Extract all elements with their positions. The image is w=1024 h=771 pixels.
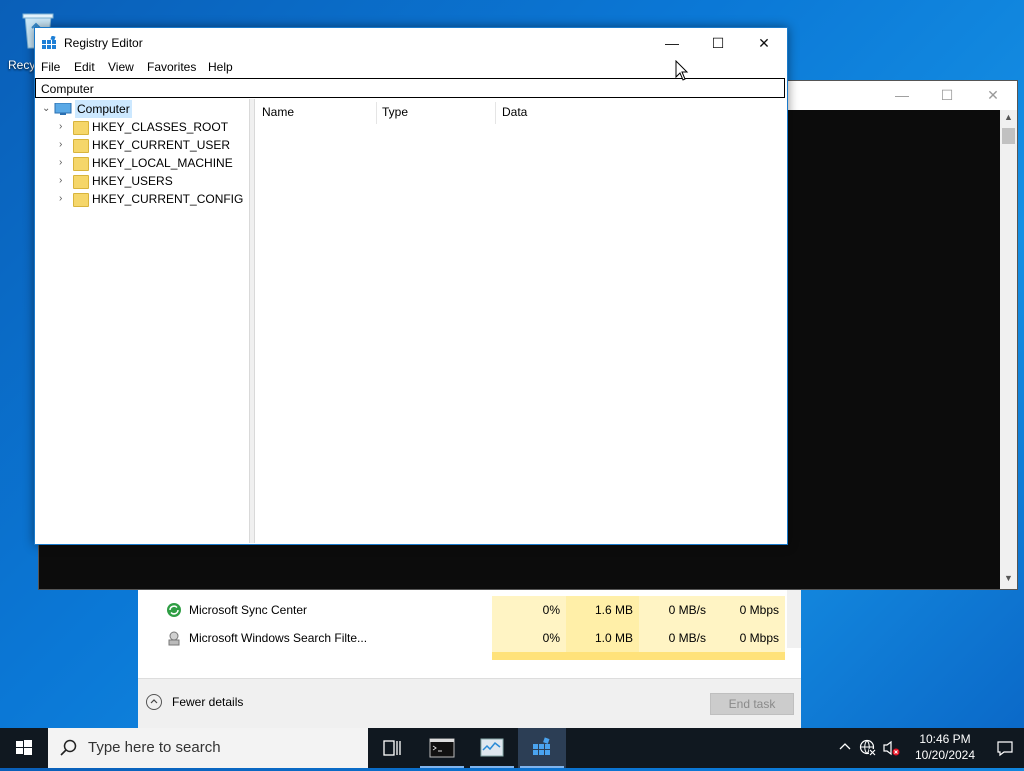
network-globe-icon[interactable] xyxy=(859,739,877,757)
clock-time[interactable]: 10:46 PM xyxy=(908,732,982,746)
process-row[interactable]: Microsoft Windows Search Filte... 0% 1.0… xyxy=(138,624,801,652)
start-button[interactable] xyxy=(0,728,48,768)
taskbar-task-manager-app[interactable] xyxy=(468,728,516,768)
recycle-bin-label: Recy xyxy=(8,58,36,72)
column-divider[interactable] xyxy=(495,102,496,124)
registry-editor-window: Registry Editor — ☐ ✕ File Edit View Fav… xyxy=(34,27,788,545)
scroll-down-arrow-icon[interactable]: ▼ xyxy=(1000,573,1017,587)
close-button[interactable]: ✕ xyxy=(741,28,787,58)
mouse-cursor-icon xyxy=(675,60,689,81)
tree-node-hkey-users[interactable]: › HKEY_USERS xyxy=(35,172,249,190)
menu-help[interactable]: Help xyxy=(208,60,233,74)
tree-node-label: HKEY_CURRENT_USER xyxy=(92,138,231,152)
column-header-data[interactable]: Data xyxy=(502,99,527,125)
folder-icon xyxy=(73,139,89,153)
chevron-right-icon[interactable]: › xyxy=(59,172,62,190)
memory-value: 1.0 MB xyxy=(566,624,639,652)
tree-node-hkey-classes-root[interactable]: › HKEY_CLASSES_ROOT xyxy=(35,118,249,136)
console-minimize-button[interactable]: — xyxy=(887,85,917,105)
folder-icon xyxy=(73,175,89,189)
tree-node-label: HKEY_USERS xyxy=(92,174,173,188)
computer-icon xyxy=(54,103,72,115)
tree-node-hkey-current-config[interactable]: › HKEY_CURRENT_CONFIG xyxy=(35,190,249,208)
values-list-pane: Name Type Data xyxy=(255,99,785,543)
network-value: 0 Mbps xyxy=(712,596,785,624)
scroll-up-arrow-icon[interactable]: ▲ xyxy=(1000,112,1017,126)
process-list-scrollbar[interactable] xyxy=(787,588,801,648)
taskbar: Type here to search 10:46 PM 10/20/2024 xyxy=(0,728,1024,768)
console-app-icon xyxy=(429,738,455,758)
tree-node-label: Computer xyxy=(75,100,132,118)
memory-value: 1.6 MB xyxy=(566,596,639,624)
fewer-details-link[interactable]: Fewer details xyxy=(172,695,243,709)
chevron-up-icon[interactable] xyxy=(838,740,852,754)
column-header-type[interactable]: Type xyxy=(382,99,408,125)
column-header-name[interactable]: Name xyxy=(262,99,294,125)
chevron-right-icon[interactable]: › xyxy=(59,118,62,136)
end-task-button[interactable]: End task xyxy=(710,693,794,715)
process-group-separator xyxy=(492,652,785,660)
menu-view[interactable]: View xyxy=(108,60,134,74)
console-close-button[interactable]: ✕ xyxy=(978,85,1008,105)
folder-icon xyxy=(73,193,89,207)
search-placeholder: Type here to search xyxy=(88,739,221,756)
tree-node-label: HKEY_CLASSES_ROOT xyxy=(92,120,229,134)
tree-node-hkey-current-user[interactable]: › HKEY_CURRENT_USER xyxy=(35,136,249,154)
minimize-button[interactable]: — xyxy=(649,28,695,58)
window-title: Registry Editor xyxy=(64,36,143,50)
process-name: Microsoft Windows Search Filte... xyxy=(189,631,368,645)
menu-favorites[interactable]: Favorites xyxy=(147,60,196,74)
column-divider[interactable] xyxy=(376,102,377,124)
search-icon xyxy=(60,739,77,756)
chevron-down-icon[interactable]: ⌄ xyxy=(42,100,50,118)
search-filter-icon xyxy=(168,631,180,646)
taskbar-search-box[interactable]: Type here to search xyxy=(48,728,368,768)
registry-editor-app-icon xyxy=(533,737,550,755)
address-bar[interactable]: Computer xyxy=(35,78,785,98)
maximize-button[interactable]: ☐ xyxy=(695,28,741,58)
menu-edit[interactable]: Edit xyxy=(74,60,95,74)
windows-logo-icon xyxy=(16,740,32,755)
chevron-right-icon[interactable]: › xyxy=(59,136,62,154)
disk-value: 0 MB/s xyxy=(639,624,712,652)
task-manager-footer: Fewer details End task xyxy=(138,678,801,729)
clock-date[interactable]: 10/20/2024 xyxy=(908,748,982,762)
registry-editor-app-icon xyxy=(42,36,56,49)
folder-icon xyxy=(73,121,89,135)
console-maximize-button[interactable]: ☐ xyxy=(932,85,962,105)
process-name: Microsoft Sync Center xyxy=(189,603,308,617)
volume-muted-icon[interactable] xyxy=(882,739,900,757)
cpu-value: 0% xyxy=(492,596,566,624)
taskbar-console-app[interactable] xyxy=(418,728,466,768)
tree-node-computer[interactable]: ⌄ Computer xyxy=(35,100,249,118)
task-manager-window: Microsoft Sync Center 0% 1.6 MB 0 MB/s 0… xyxy=(138,588,801,729)
chevron-right-icon[interactable]: › xyxy=(59,154,62,172)
console-scrollbar[interactable]: ▲ ▼ xyxy=(1000,110,1017,589)
sync-center-icon xyxy=(167,603,181,617)
folder-icon xyxy=(73,157,89,171)
system-tray: 10:46 PM 10/20/2024 xyxy=(824,728,1024,768)
network-value: 0 Mbps xyxy=(712,624,785,652)
task-view-button[interactable] xyxy=(368,728,416,768)
scroll-thumb[interactable] xyxy=(1002,128,1015,144)
menu-file[interactable]: File xyxy=(41,60,60,74)
key-tree-pane: ⌄ Computer › HKEY_CLASSES_ROOT › HKEY_CU… xyxy=(35,99,249,543)
taskbar-registry-editor-app[interactable] xyxy=(518,728,566,768)
task-manager-app-icon xyxy=(480,738,504,757)
chevron-right-icon[interactable]: › xyxy=(59,190,62,208)
process-row[interactable]: Microsoft Sync Center 0% 1.6 MB 0 MB/s 0… xyxy=(138,596,801,624)
tree-node-label: HKEY_LOCAL_MACHINE xyxy=(92,156,233,170)
cpu-value: 0% xyxy=(492,624,566,652)
tree-node-label: HKEY_CURRENT_CONFIG xyxy=(92,192,244,206)
disk-value: 0 MB/s xyxy=(639,596,712,624)
tree-node-hkey-local-machine[interactable]: › HKEY_LOCAL_MACHINE xyxy=(35,154,249,172)
chevron-up-icon[interactable] xyxy=(146,694,162,710)
registry-editor-title-bar[interactable]: Registry Editor — ☐ ✕ xyxy=(35,28,787,58)
notification-center-icon[interactable] xyxy=(996,739,1014,757)
task-view-icon xyxy=(383,740,401,756)
